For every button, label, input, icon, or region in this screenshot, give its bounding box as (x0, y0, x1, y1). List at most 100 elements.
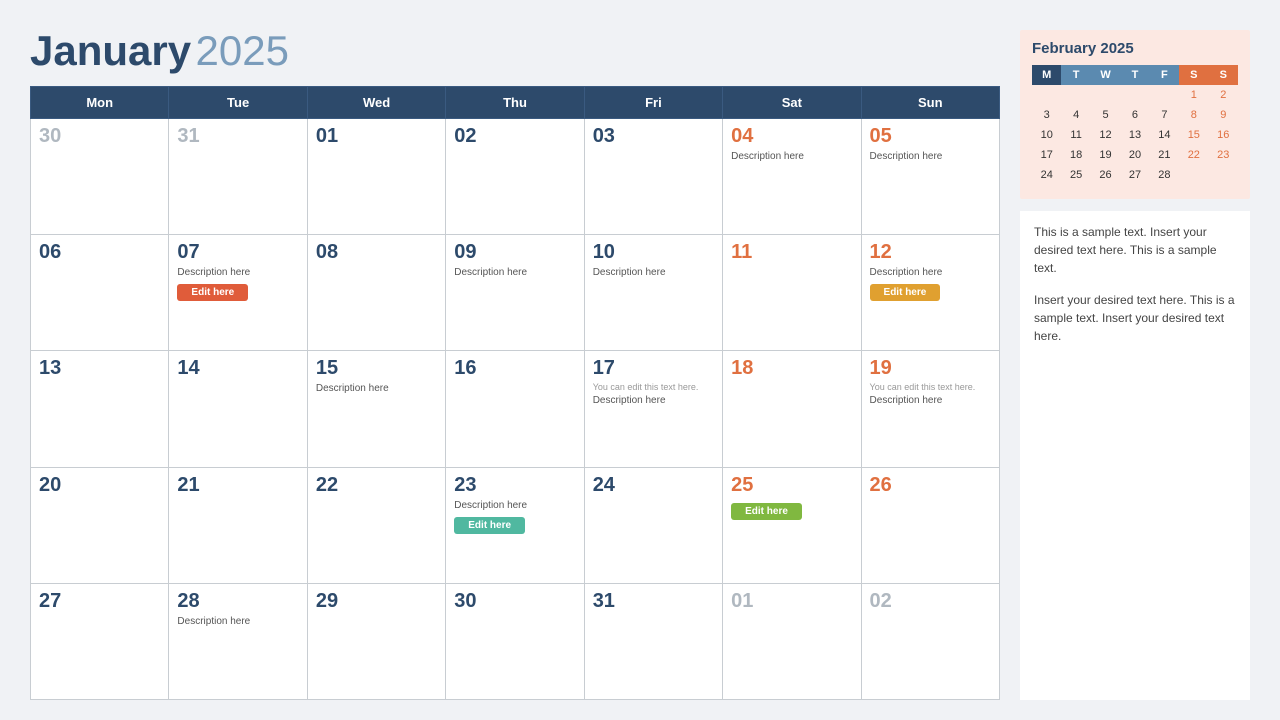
mini-day (1061, 85, 1090, 105)
calendar-day: 24 (584, 467, 722, 583)
day-number: 05 (870, 125, 991, 148)
calendar-day: 28 Description here (169, 583, 307, 699)
mini-day (1150, 85, 1179, 105)
mini-day (1120, 85, 1149, 105)
calendar-day: 21 (169, 467, 307, 583)
day-note: You can edit this text here. (870, 382, 991, 392)
calendar-day: 31 (169, 119, 307, 235)
day-number: 20 (39, 474, 160, 497)
weekday-header: Fri (584, 87, 722, 119)
mini-weekday: S (1179, 65, 1208, 85)
mini-day: 19 (1091, 145, 1120, 165)
day-note: You can edit this text here. (593, 382, 714, 392)
mini-day (1032, 85, 1061, 105)
calendar-day: 20 (31, 467, 169, 583)
mini-weekday: M (1032, 65, 1061, 85)
mini-day: 16 (1209, 125, 1238, 145)
calendar-day: 11 (723, 235, 861, 351)
day-description: Description here (870, 267, 991, 278)
calendar-day: 09Description here (446, 235, 584, 351)
calendar-day: 22 (307, 467, 445, 583)
day-number: 07 (177, 241, 298, 264)
mini-day: 27 (1120, 165, 1149, 185)
mini-day: 6 (1120, 105, 1149, 125)
mini-day: 14 (1150, 125, 1179, 145)
calendar-day: 02 (446, 119, 584, 235)
note-box: This is a sample text. Insert your desir… (1020, 211, 1250, 700)
day-number: 11 (731, 241, 852, 264)
note-text-1: This is a sample text. Insert your desir… (1034, 223, 1236, 277)
mini-day: 12 (1091, 125, 1120, 145)
day-number: 16 (454, 357, 575, 380)
day-description: Description here (731, 151, 852, 162)
calendar-day: 26 (861, 467, 999, 583)
day-number: 15 (316, 357, 437, 380)
calendar-day: 30 (446, 583, 584, 699)
day-number: 30 (39, 125, 160, 148)
weekday-header: Thu (446, 87, 584, 119)
day-description: Description here (454, 500, 575, 511)
mini-day: 28 (1150, 165, 1179, 185)
day-number: 24 (593, 474, 714, 497)
main-title: January 2025 (30, 30, 1000, 72)
calendar-day: 15 Description here (307, 351, 445, 467)
day-number: 26 (870, 474, 991, 497)
mini-day: 9 (1209, 105, 1238, 125)
day-number: 22 (316, 474, 437, 497)
mini-day: 8 (1179, 105, 1208, 125)
day-description: Description here (177, 267, 298, 278)
day-number: 19 (870, 357, 991, 380)
day-number: 21 (177, 474, 298, 497)
mini-weekday: W (1091, 65, 1120, 85)
mini-day: 18 (1061, 145, 1090, 165)
mini-day: 23 (1209, 145, 1238, 165)
mini-day: 10 (1032, 125, 1061, 145)
calendar-day: 17You can edit this text here.Descriptio… (584, 351, 722, 467)
day-number: 29 (316, 590, 437, 613)
edit-button[interactable]: Edit here (731, 503, 802, 520)
mini-day: 24 (1032, 165, 1061, 185)
mini-weekday: F (1150, 65, 1179, 85)
day-number: 08 (316, 241, 437, 264)
left-panel: January 2025 MonTueWedThuFriSatSun 30310… (30, 30, 1000, 700)
day-number: 23 (454, 474, 575, 497)
day-description: Description here (870, 395, 991, 406)
mini-day (1209, 165, 1238, 185)
day-description: Description here (316, 383, 437, 394)
day-number: 30 (454, 590, 575, 613)
calendar-day: 27 (31, 583, 169, 699)
weekday-header: Tue (169, 87, 307, 119)
mini-day: 7 (1150, 105, 1179, 125)
calendar-day: 07 Description here Edit here (169, 235, 307, 351)
mini-day: 3 (1032, 105, 1061, 125)
day-number: 06 (39, 241, 160, 264)
day-number: 01 (316, 125, 437, 148)
day-description: Description here (593, 267, 714, 278)
day-number: 28 (177, 590, 298, 613)
mini-day: 22 (1179, 145, 1208, 165)
mini-day: 20 (1120, 145, 1149, 165)
edit-button[interactable]: Edit here (454, 517, 525, 534)
edit-button[interactable]: Edit here (870, 284, 941, 301)
year-label: 2025 (196, 27, 289, 74)
mini-calendar: MTWTFSS 12345678910111213141516171819202… (1032, 65, 1238, 185)
calendar-day: 10Description here (584, 235, 722, 351)
calendar-day: 31 (584, 583, 722, 699)
calendar-day: 16 (446, 351, 584, 467)
calendar-day: 06 (31, 235, 169, 351)
day-number: 25 (731, 474, 852, 497)
calendar-day: 18 (723, 351, 861, 467)
calendar-day: 19 You can edit this text here. Descriptio… (861, 351, 999, 467)
day-number: 27 (39, 590, 160, 613)
mini-cal-title: February 2025 (1032, 40, 1238, 57)
day-number: 14 (177, 357, 298, 380)
day-number: 17 (593, 357, 714, 380)
day-number: 12 (870, 241, 991, 264)
day-number: 09 (454, 241, 575, 264)
edit-button[interactable]: Edit here (177, 284, 248, 301)
weekday-header: Sat (723, 87, 861, 119)
calendar-day: 08 (307, 235, 445, 351)
mini-weekday: S (1209, 65, 1238, 85)
mini-day: 11 (1061, 125, 1090, 145)
day-description: Description here (177, 616, 298, 627)
